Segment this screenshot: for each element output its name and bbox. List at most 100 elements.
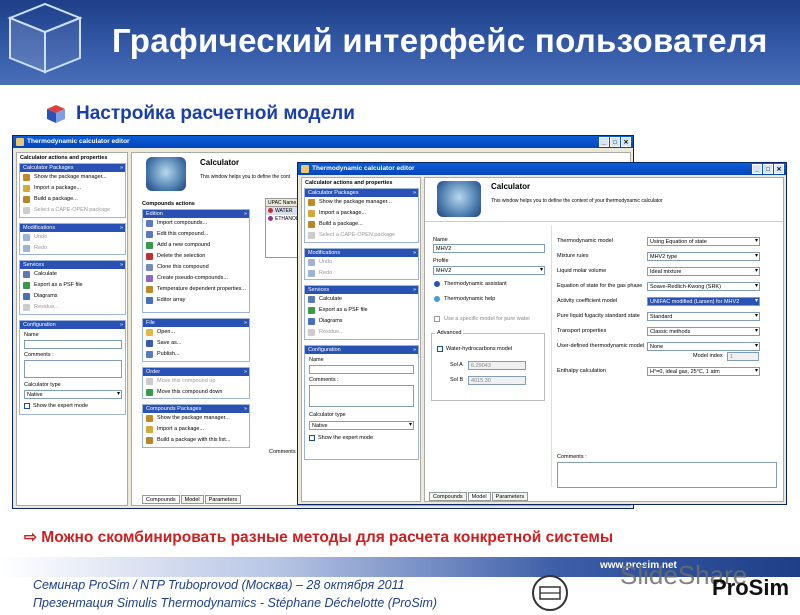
chart-icon <box>146 286 153 293</box>
profile-label: Profile <box>433 258 449 264</box>
property-label: Activity coefficient model <box>557 298 618 304</box>
import-package-item[interactable]: Import a package... <box>143 424 249 435</box>
publish-item[interactable]: Publish... <box>143 349 249 360</box>
residue-item[interactable]: Residue... <box>305 327 418 338</box>
specific-model-checkbox[interactable] <box>434 316 440 322</box>
select-cape-open-item[interactable]: Select a CAPE-OPEN package <box>20 205 125 216</box>
close-icon[interactable]: ✕ <box>774 164 784 174</box>
minimize-icon[interactable]: _ <box>752 164 762 174</box>
section-header[interactable]: Configuration <box>20 321 125 329</box>
table-row[interactable]: ETHANOL <box>266 215 299 223</box>
name-field[interactable] <box>24 340 122 349</box>
section-header[interactable]: Services <box>305 286 418 294</box>
temperature-properties-item[interactable]: Temperature dependent properties... <box>143 284 249 295</box>
move-up-item[interactable]: Move this compound up <box>143 376 249 387</box>
build-icon <box>146 437 153 444</box>
open-item[interactable]: Open... <box>143 327 249 338</box>
property-select[interactable]: Ideal mixture <box>647 267 760 276</box>
close-icon[interactable]: ✕ <box>621 137 631 147</box>
show-package-manager-item[interactable]: Show the package manager... <box>305 197 418 208</box>
property-select[interactable]: Classic methods <box>647 327 760 336</box>
add-compound-item[interactable]: Add a new compound <box>143 240 249 251</box>
property-select[interactable]: Soave-Redlich-Kwong (SRK) <box>647 282 760 291</box>
export-psf-item[interactable]: Export as a PSF file <box>20 280 125 291</box>
sol-b-field[interactable]: 4015.30 <box>468 376 526 385</box>
diagrams-item[interactable]: Diagrams <box>305 316 418 327</box>
tab-compounds[interactable]: Compounds <box>429 492 467 501</box>
tab-parameters[interactable]: Parameters <box>491 492 529 501</box>
build-package-item[interactable]: Build a package... <box>305 219 418 230</box>
enthalpy-select[interactable]: H°=0, ideal gas, 25°C, 1 atm <box>647 367 760 376</box>
maximize-icon[interactable]: □ <box>763 164 773 174</box>
comments-field[interactable] <box>309 385 414 407</box>
delete-selection-item[interactable]: Delete the selection <box>143 251 249 262</box>
redo-item[interactable]: Redo <box>305 268 418 279</box>
maximize-icon[interactable]: □ <box>610 137 620 147</box>
model-index-field[interactable]: 1 <box>727 352 759 361</box>
tab-model[interactable]: Model <box>180 495 204 504</box>
expert-mode-checkbox[interactable] <box>309 435 315 441</box>
pseudo-compounds-item[interactable]: Create pseudo-compounds... <box>143 273 249 284</box>
comments-area[interactable] <box>557 462 777 488</box>
table-row[interactable]: WATER <box>266 207 299 215</box>
import-package-item[interactable]: Import a package... <box>305 208 418 219</box>
section-header[interactable]: Modifications <box>305 249 418 257</box>
show-package-manager-item[interactable]: Show the package manager... <box>143 413 249 424</box>
export-psf-item[interactable]: Export as a PSF file <box>305 305 418 316</box>
property-select[interactable]: UNIFAC modified (Larsen) for MHV2 <box>647 297 760 306</box>
tab-parameters[interactable]: Parameters <box>204 495 242 504</box>
assistant-link[interactable]: Thermodynamic assistant <box>444 281 507 287</box>
services-section: Services Calculate Export as a PSF file … <box>19 260 126 315</box>
calculator-type-select[interactable]: Native <box>24 390 122 399</box>
move-down-item[interactable]: Move this compound down <box>143 387 249 398</box>
build-package-list-item[interactable]: Build a package with this list... <box>143 435 249 446</box>
section-header[interactable]: Compounds Packages <box>143 405 249 413</box>
help-link[interactable]: Thermodynamic help <box>444 296 495 302</box>
calculator-type-select[interactable]: Native <box>309 421 414 430</box>
build-package-item[interactable]: Build a package... <box>20 194 125 205</box>
undo-item[interactable]: Undo <box>20 232 125 243</box>
property-select[interactable]: Standard <box>647 312 760 321</box>
section-header[interactable]: Calculator Packages <box>305 189 418 197</box>
sol-a-field[interactable]: 6.29043 <box>468 361 526 370</box>
undo-item[interactable]: Undo <box>305 257 418 268</box>
minimize-icon[interactable]: _ <box>599 137 609 147</box>
redo-item[interactable]: Redo <box>20 243 125 254</box>
section-header[interactable]: Calculator Packages <box>20 164 125 172</box>
diagrams-item[interactable]: Diagrams <box>20 291 125 302</box>
import-package-item[interactable]: Import a package... <box>20 183 125 194</box>
tab-model[interactable]: Model <box>467 492 491 501</box>
tab-compounds[interactable]: Compounds <box>142 495 180 504</box>
section-header[interactable]: Order <box>143 368 249 376</box>
table-header[interactable]: UPAC Name <box>266 199 299 207</box>
property-select[interactable]: Using Equation of state <box>647 237 760 246</box>
expert-mode-checkbox[interactable] <box>24 403 30 409</box>
residue-item[interactable]: Residue... <box>20 302 125 313</box>
comments-field[interactable] <box>24 360 122 378</box>
select-cape-open-item[interactable]: Select a CAPE-OPEN package <box>305 230 418 241</box>
name-field[interactable]: MHV2 <box>433 244 545 253</box>
section-header[interactable]: File <box>143 319 249 327</box>
name-field[interactable] <box>309 365 414 374</box>
diagram-icon <box>308 318 315 325</box>
property-select[interactable]: MHV2 type <box>647 252 760 261</box>
profile-select[interactable]: MHV2 <box>433 266 545 275</box>
section-header[interactable]: Configuration <box>305 346 418 354</box>
property-label: Thermodynamic model <box>557 238 613 244</box>
clone-compound-item[interactable]: Clone this compound <box>143 262 249 273</box>
assistant-icon <box>434 281 440 287</box>
calculate-item[interactable]: Calculate <box>305 294 418 305</box>
section-header[interactable]: Services <box>20 261 125 269</box>
section-header[interactable]: Modifications <box>20 224 125 232</box>
section-header[interactable]: Edition <box>143 210 249 218</box>
import-compounds-item[interactable]: Import compounds... <box>143 218 249 229</box>
save-as-item[interactable]: Save as... <box>143 338 249 349</box>
show-package-manager-item[interactable]: Show the package manager... <box>20 172 125 183</box>
edit-compound-item[interactable]: Edit this compound... <box>143 229 249 240</box>
calculate-item[interactable]: Calculate <box>20 269 125 280</box>
back-window-titlebar[interactable]: Thermodynamic calculator editor _ □ ✕ <box>13 136 633 148</box>
water-hc-checkbox[interactable] <box>437 346 443 352</box>
front-window-titlebar[interactable]: Thermodynamic calculator editor _ □ ✕ <box>298 163 786 175</box>
editor-array-item[interactable]: Editor array <box>143 295 249 306</box>
property-select[interactable]: None <box>647 342 760 351</box>
